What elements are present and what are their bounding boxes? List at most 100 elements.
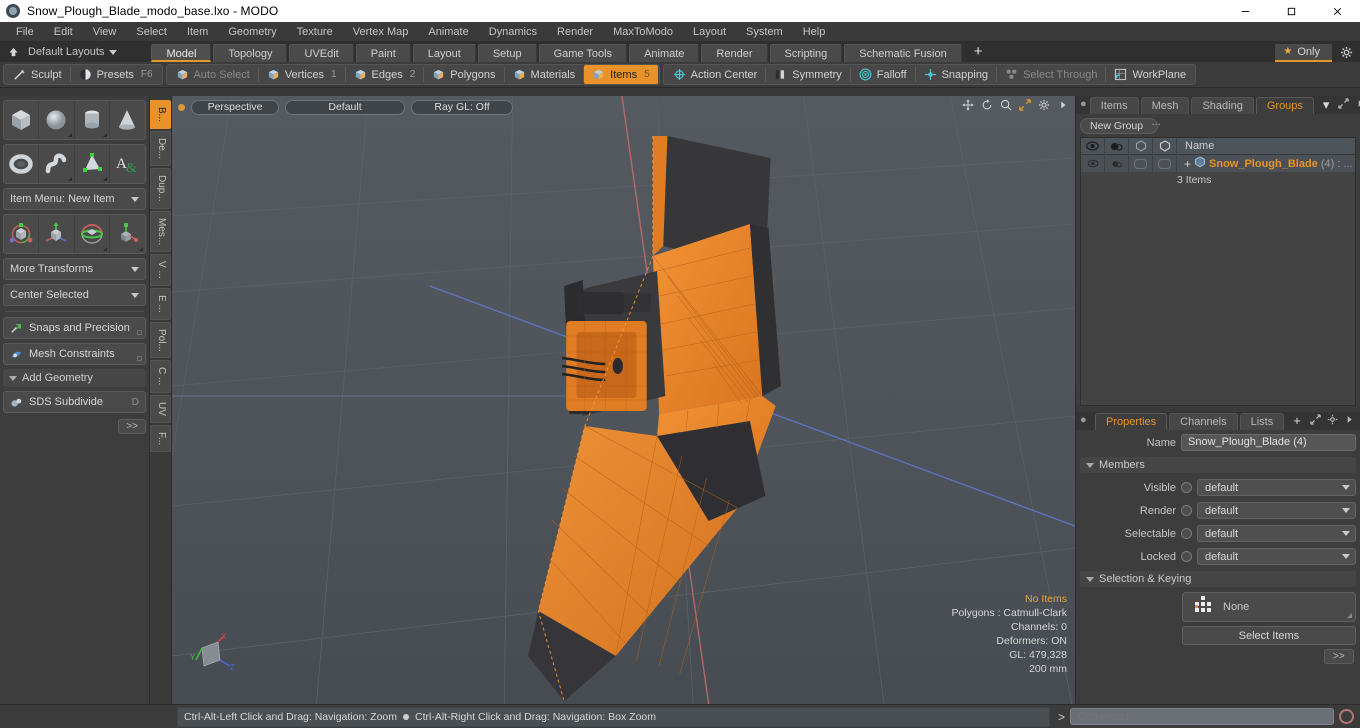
property-select-render[interactable]: default xyxy=(1197,502,1356,519)
pan-icon[interactable] xyxy=(962,99,974,114)
property-select-selectable[interactable]: default xyxy=(1197,525,1356,542)
panel-maximize-icon[interactable] xyxy=(1338,98,1350,112)
properties-expand-arrow-icon[interactable] xyxy=(1344,414,1355,428)
mesh-constraints-button[interactable]: Mesh Constraints xyxy=(3,343,146,365)
menu-item-layout[interactable]: Layout xyxy=(683,24,736,40)
right-tab-shading[interactable]: Shading xyxy=(1191,97,1254,114)
text-tool[interactable]: A & xyxy=(110,145,145,183)
menu-item-animate[interactable]: Animate xyxy=(418,24,478,40)
layout-tab-scripting[interactable]: Scripting xyxy=(769,44,843,62)
pen-polygon-tool[interactable] xyxy=(75,145,110,183)
right-tab-groups[interactable]: Groups xyxy=(1255,97,1314,114)
shading-mode-dropdown[interactable]: Default xyxy=(285,99,405,115)
torus-tool[interactable] xyxy=(4,145,40,183)
properties-tab-lists[interactable]: Lists xyxy=(1239,413,1285,430)
layout-tab-animate[interactable]: Animate xyxy=(629,44,700,62)
property-toggle-circle[interactable] xyxy=(1181,528,1192,539)
transform-tool[interactable] xyxy=(4,215,40,253)
left-vtab-6[interactable]: Pol... xyxy=(150,321,171,359)
menu-item-edit[interactable]: Edit xyxy=(44,24,83,40)
mode-button-sculpt[interactable]: Sculpt xyxy=(5,65,70,84)
ray-gl-toggle[interactable]: Ray GL: Off xyxy=(411,99,513,115)
select-items-button[interactable]: Select Items xyxy=(1182,626,1356,645)
record-macro-icon[interactable] xyxy=(1339,709,1354,724)
mode-button-polygons[interactable]: Polygons xyxy=(424,65,503,84)
minimize-button[interactable] xyxy=(1222,0,1268,22)
mode-button-vertices[interactable]: Vertices 1 xyxy=(259,65,345,84)
mode-button-symmetry[interactable]: Symmetry xyxy=(766,65,850,84)
layout-tab-game-tools[interactable]: Game Tools xyxy=(538,44,628,62)
menu-item-dynamics[interactable]: Dynamics xyxy=(479,24,547,40)
options-square-icon[interactable] xyxy=(137,330,142,335)
rotate-icon[interactable] xyxy=(981,99,993,114)
mode-button-items[interactable]: Items 5 xyxy=(584,65,658,84)
groups-list-empty-area[interactable] xyxy=(1081,187,1355,405)
expand-plus-icon[interactable]: + xyxy=(1184,157,1191,171)
layout-settings-gear-icon[interactable] xyxy=(1332,42,1360,62)
layout-tab-schematic-fusion[interactable]: Schematic Fusion xyxy=(844,44,962,62)
snaps-and-precision-button[interactable]: Snaps and Precision xyxy=(3,317,146,339)
right-tab-mesh-[interactable]: Mesh ... xyxy=(1140,97,1190,128)
cube-tool[interactable] xyxy=(4,101,40,139)
sds-subdivide-button[interactable]: SDS Subdivide D xyxy=(3,391,146,413)
groups-tab-overflow-icon[interactable]: ▾ xyxy=(1316,97,1337,114)
options-square-icon[interactable] xyxy=(137,356,142,361)
cylinder-tool[interactable] xyxy=(75,101,110,139)
name-input[interactable]: Snow_Plough_Blade (4) xyxy=(1181,434,1356,451)
property-toggle-circle[interactable] xyxy=(1181,551,1192,562)
layout-tab-model[interactable]: Model xyxy=(151,44,212,62)
panel-menu-icon[interactable]: ● xyxy=(1080,99,1087,111)
only-toggle[interactable]: ★ Only xyxy=(1275,44,1332,62)
menu-item-render[interactable]: Render xyxy=(547,24,603,40)
menu-item-maxtomodo[interactable]: MaxToModo xyxy=(603,24,683,40)
menu-item-item[interactable]: Item xyxy=(177,24,218,40)
cone-tool[interactable] xyxy=(110,101,145,139)
add-properties-tab-button[interactable]: + xyxy=(1286,413,1308,430)
properties-settings-gear-icon[interactable] xyxy=(1327,414,1338,428)
layout-tab-topology[interactable]: Topology xyxy=(213,44,288,62)
properties-maximize-icon[interactable] xyxy=(1310,414,1321,428)
left-vtab-1[interactable]: De... xyxy=(150,131,171,167)
properties-expand-button[interactable]: >> xyxy=(1323,649,1354,664)
menu-item-file[interactable]: File xyxy=(6,24,44,40)
left-vtab-3[interactable]: Mes... xyxy=(150,210,171,253)
zoom-icon[interactable] xyxy=(1000,99,1012,114)
property-select-locked[interactable]: default xyxy=(1197,548,1356,565)
menu-item-vertex-map[interactable]: Vertex Map xyxy=(343,24,419,40)
viewport-settings-gear-icon[interactable] xyxy=(1038,99,1050,114)
left-vtab-5[interactable]: E ... xyxy=(150,287,171,320)
tube-tool[interactable] xyxy=(39,145,75,183)
default-layouts-dropdown[interactable]: Default Layouts xyxy=(26,46,121,58)
more-transforms-dropdown[interactable]: More Transforms xyxy=(3,258,146,280)
layout-tab-layout[interactable]: Layout xyxy=(412,44,476,62)
scale-tool[interactable] xyxy=(110,215,145,253)
mode-button-falloff[interactable]: Falloff xyxy=(851,65,915,84)
3d-viewport[interactable] xyxy=(172,96,1075,704)
left-vtab-4[interactable]: V ... xyxy=(150,254,171,286)
left-vtab-2[interactable]: Dup... xyxy=(150,168,171,209)
left-vtab-7[interactable]: C ... xyxy=(150,360,171,393)
layout-tab-paint[interactable]: Paint xyxy=(355,44,411,62)
add-geometry-section[interactable]: Add Geometry xyxy=(3,369,146,387)
viewport-expand-arrow-icon[interactable] xyxy=(1057,99,1069,114)
item-menu-dropdown[interactable]: Item Menu: New Item xyxy=(3,188,146,210)
properties-menu-icon[interactable]: ● xyxy=(1080,415,1092,427)
add-layout-tab-button[interactable]: + xyxy=(964,44,993,62)
menu-item-texture[interactable]: Texture xyxy=(287,24,343,40)
menu-item-select[interactable]: Select xyxy=(126,24,177,40)
menu-item-view[interactable]: View xyxy=(83,24,127,40)
mode-button-auto-select[interactable]: Auto Select xyxy=(168,65,258,84)
selection-keying-section-header[interactable]: Selection & Keying xyxy=(1080,571,1356,587)
move-tool[interactable] xyxy=(39,215,75,253)
mode-button-snapping[interactable]: Snapping xyxy=(916,65,997,84)
properties-tab-properties[interactable]: Properties xyxy=(1095,413,1168,430)
mode-button-workplane[interactable]: WorkPlane xyxy=(1106,65,1194,84)
row-selectable-toggle[interactable] xyxy=(1129,155,1153,172)
row-render-toggle[interactable] xyxy=(1105,155,1129,172)
center-selected-dropdown[interactable]: Center Selected xyxy=(3,284,146,306)
mode-button-materials[interactable]: Materials xyxy=(505,65,584,84)
sphere-tool[interactable] xyxy=(39,101,75,139)
layout-tab-render[interactable]: Render xyxy=(701,44,768,62)
left-vtab-9[interactable]: F... xyxy=(150,424,171,453)
row-locked-toggle[interactable] xyxy=(1153,155,1177,172)
